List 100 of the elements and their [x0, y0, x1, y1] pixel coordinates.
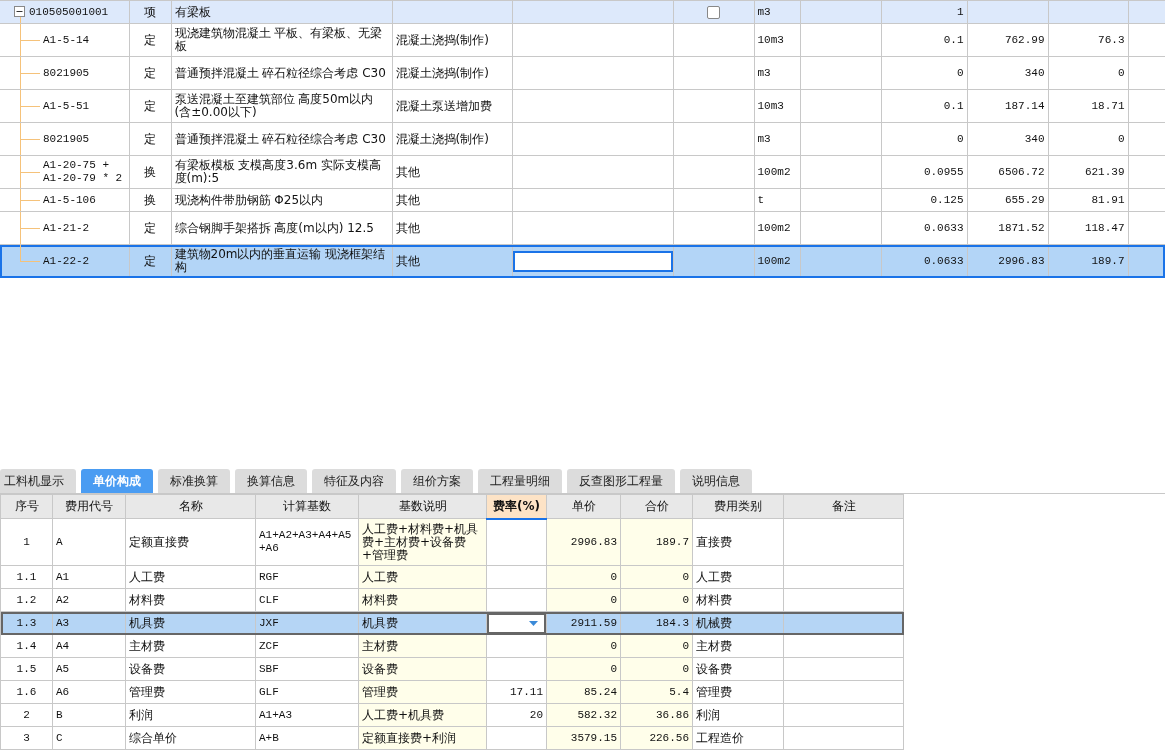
grid-row[interactable]: 1.4 A4 主材费 ZCF 主材费 0 0 主材费 [0, 634, 904, 658]
table-cell: 10m3 [754, 23, 800, 57]
table-cell: 定 [129, 89, 171, 123]
table-cell: 定额直接费 [125, 518, 256, 566]
tab[interactable]: 组价方案 [401, 469, 473, 493]
table-cell: 其他 [392, 155, 512, 189]
table-cell: 人工费+材料费+机具费+主材费+设备费+管理费 [358, 518, 487, 566]
grid-row[interactable]: 1.2 A2 材料费 CLF 材料费 0 0 材料费 [0, 588, 904, 612]
table-cell: 现浇构件带肋钢筋 Φ25以内 [171, 188, 392, 212]
table-cell: B [52, 703, 126, 727]
table-cell: 17.11 [486, 680, 547, 704]
table-cell: m3 [754, 122, 800, 156]
tab[interactable]: 反查图形工程量 [567, 469, 675, 493]
table-cell: 20 [486, 703, 547, 727]
table-cell: 材料费 [692, 588, 784, 612]
table-cell: 6506.72 [967, 155, 1048, 189]
code-text: A1-5-51 [42, 99, 90, 113]
table-cell: 普通预拌混凝土 碎石粒径综合考虑 C30 [171, 122, 392, 156]
table-cell: 100m2 [754, 155, 800, 189]
grid-row[interactable]: 1.1 A1 人工费 RGF 人工费 0 0 人工费 [0, 565, 904, 589]
table-cell: 1.4 [0, 634, 53, 658]
table-cell: RGF [255, 565, 359, 589]
table-cell: 0 [881, 56, 967, 90]
code-text: A1-22-2 [42, 254, 90, 268]
grid-row[interactable]: 8021905 定 普通预拌混凝土 碎石粒径综合考虑 C30 混凝土浇捣(制作) m3 0 340 0 [0, 122, 1165, 156]
table-cell: 0.0955 [881, 155, 967, 189]
grid-row[interactable]: 1.5 A5 设备费 SBF 设备费 0 0 设备费 [0, 657, 904, 681]
table-cell: 机具费 [358, 611, 487, 635]
collapse-icon[interactable] [14, 6, 25, 17]
table-cell: 混凝土浇捣(制作) [392, 56, 512, 90]
code-text: 010505001001 [28, 5, 109, 19]
column-header: 计算基数 [255, 494, 359, 519]
tab[interactable]: 换算信息 [235, 469, 307, 493]
table-cell: A6 [52, 680, 126, 704]
column-header: 序号 [0, 494, 53, 519]
table-cell: 0 [881, 122, 967, 156]
table-cell: GLF [255, 680, 359, 704]
table-cell: 定额直接费+利润 [358, 726, 487, 750]
grid-row[interactable]: A1-20-75 + A1-20-79 * 2 换 有梁板模板 支模高度3.6m 实际支模高度(m):5 其他 100m2 0.0955 6506.72 621.39 [0, 155, 1165, 189]
dropdown-field[interactable] [487, 612, 546, 634]
table-cell: 定 [129, 23, 171, 57]
table-cell: 1.5 [0, 657, 53, 681]
table-cell: t [754, 188, 800, 212]
caret-icon [529, 620, 538, 626]
code-text: 8021905 [42, 66, 90, 80]
grid-row[interactable]: 3 C 综合单价 A+B 定额直接费+利润 3579.15 226.56 工程造价 [0, 726, 904, 750]
table-cell: 0 [1048, 56, 1128, 90]
table-cell: 定 [129, 56, 171, 90]
table-cell: SBF [255, 657, 359, 681]
table-cell: A1+A3 [255, 703, 359, 727]
input-field[interactable] [513, 250, 672, 272]
code-text: A1-20-75 + A1-20-79 * 2 [42, 159, 124, 185]
table-cell: 10m3 [754, 89, 800, 123]
grid-row[interactable]: A1-21-2 定 综合钢脚手架搭拆 高度(m以内) 12.5 其他 100m2 0.0633 1871.52 118.47 [0, 211, 1165, 245]
table-cell: 利润 [125, 703, 256, 727]
grid-row[interactable]: A1-5-51 定 泵送混凝土至建筑部位 高度50m以内(含±0.00以下) 混凝土泵送增加费 10m3 0.1 187.14 18.71 [0, 89, 1165, 123]
table-cell: 0.1 [881, 89, 967, 123]
table-cell: 定 [129, 122, 171, 156]
table-cell: 655.29 [967, 188, 1048, 212]
grid-row[interactable]: 010505001001 项 有梁板 m3 1 [0, 0, 1165, 24]
table-cell: 主材费 [358, 634, 487, 658]
column-header: 费率(%) [486, 494, 547, 519]
column-header: 基数说明 [358, 494, 487, 519]
table-cell: 0.125 [881, 188, 967, 212]
table-cell: 340 [967, 56, 1048, 90]
table-cell: A [52, 518, 126, 566]
code-text: A1-21-2 [42, 221, 90, 235]
table-cell: 1 [881, 0, 967, 24]
tab[interactable]: 工程量明细 [478, 469, 562, 493]
table-cell: 1.3 [0, 611, 53, 635]
grid-row[interactable]: 8021905 定 普通预拌混凝土 碎石粒径综合考虑 C30 混凝土浇捣(制作) m3 0 340 0 [0, 56, 1165, 90]
grid-row[interactable]: 2 B 利润 A1+A3 人工费+机具费 20 582.32 36.86 利润 [0, 703, 904, 727]
column-header: 合价 [620, 494, 693, 519]
table-cell: 主材费 [125, 634, 256, 658]
tab[interactable]: 工料机显示 [0, 469, 76, 493]
code-text: 8021905 [42, 132, 90, 146]
grid-row[interactable]: A1-5-106 换 现浇构件带肋钢筋 Φ25以内 其他 t 0.125 655.29 81.91 [0, 188, 1165, 212]
table-cell: 1871.52 [967, 211, 1048, 245]
table-cell: 普通预拌混凝土 碎石粒径综合考虑 C30 [171, 56, 392, 90]
table-cell: 118.47 [1048, 211, 1128, 245]
code-text: A1-5-14 [42, 33, 90, 47]
table-cell: m3 [754, 0, 800, 24]
grid-row[interactable]: 1.3 A3 机具费 JXF 机具费 2911.59 184.3 机械费 [0, 611, 904, 635]
table-cell: 材料费 [125, 588, 256, 612]
table-cell: 1.6 [0, 680, 53, 704]
grid-row[interactable]: 1.6 A6 管理费 GLF 管理费 17.11 85.24 5.4 管理费 [0, 680, 904, 704]
column-header: 备注 [783, 494, 904, 519]
table-cell: 主材费 [692, 634, 784, 658]
table-cell: A+B [255, 726, 359, 750]
table-cell: A2 [52, 588, 126, 612]
table-cell: 混凝土浇捣(制作) [392, 23, 512, 57]
tab[interactable]: 特征及内容 [312, 469, 396, 493]
table-cell: m3 [754, 56, 800, 90]
tab[interactable]: 说明信息 [680, 469, 752, 493]
table-cell: 材料费 [358, 588, 487, 612]
table-cell: 换 [129, 155, 171, 189]
grid-row[interactable]: A1-5-14 定 现浇建筑物混凝土 平板、有梁板、无梁板 混凝土浇捣(制作) 10m3 0.1 762.99 76.3 [0, 23, 1165, 57]
checkbox[interactable] [707, 5, 720, 19]
tab[interactable]: 标准换算 [158, 469, 230, 493]
table-cell: 综合单价 [125, 726, 256, 750]
